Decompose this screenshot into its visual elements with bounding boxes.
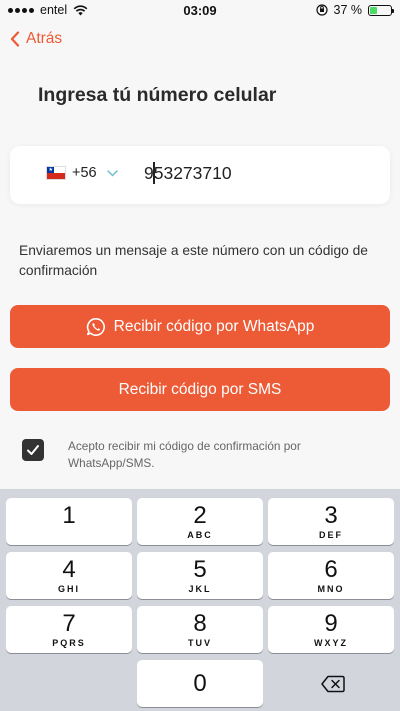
- battery-icon: [368, 4, 394, 16]
- key-number: 4: [62, 556, 76, 583]
- key-number: 7: [62, 610, 76, 637]
- phone-number-input[interactable]: 953273710: [144, 163, 232, 184]
- description-text: Enviaremos un mensaje a este número con …: [19, 243, 368, 278]
- country-code: +56: [72, 165, 97, 181]
- sms-code-button[interactable]: Recibir código por SMS: [10, 368, 390, 411]
- key-9[interactable]: 9 WXYZ: [268, 606, 394, 653]
- key-5[interactable]: 5 JKL: [137, 552, 263, 599]
- consent-checkbox[interactable]: [22, 439, 44, 461]
- key-letters: GHI: [57, 584, 80, 594]
- chevron-left-icon: [10, 31, 20, 47]
- key-number: 1: [62, 502, 76, 529]
- key-letters: WXYZ: [314, 638, 348, 648]
- key-number: 5: [193, 556, 207, 583]
- key-letters: DEF: [319, 530, 343, 540]
- delete-key[interactable]: [270, 660, 396, 707]
- page-title: Ingresa tú número celular: [38, 84, 277, 106]
- chevron-down-icon: [106, 169, 118, 177]
- consent-text: Acepto recibir mi código de confirmación…: [68, 439, 301, 470]
- key-number: 3: [324, 502, 338, 529]
- backspace-icon: [321, 675, 345, 692]
- key-letters: JKL: [188, 584, 212, 594]
- check-icon: [27, 445, 39, 455]
- key-number: 6: [324, 556, 338, 583]
- country-code-selector[interactable]: ★ +56: [46, 165, 118, 181]
- key-letters: TUV: [188, 638, 212, 648]
- key-number: 9: [324, 610, 338, 637]
- key-7[interactable]: 7 PQRS: [6, 606, 132, 653]
- key-number: 0: [193, 670, 207, 697]
- whatsapp-button-label: Recibir código por WhatsApp: [113, 317, 315, 335]
- key-letters: MNO: [317, 584, 345, 594]
- status-bar: entel 03:09 37 %: [0, 0, 400, 22]
- sms-button-label: Recibir código por SMS: [118, 380, 282, 398]
- status-right: 37 %: [315, 3, 394, 17]
- key-8[interactable]: 8 TUV: [137, 606, 263, 653]
- key-number: 8: [193, 610, 207, 637]
- key-6[interactable]: 6 MNO: [268, 552, 394, 599]
- key-3[interactable]: 3 DEF: [268, 498, 394, 545]
- key-4[interactable]: 4 GHI: [6, 552, 132, 599]
- battery-percent: 37 %: [333, 3, 363, 17]
- phone-field-card: ★ +56 953273710: [10, 146, 390, 204]
- key-0[interactable]: 0: [137, 660, 263, 707]
- key-1[interactable]: 1: [6, 498, 132, 545]
- back-button[interactable]: Atrás: [10, 30, 62, 48]
- orientation-lock-icon: [315, 4, 328, 16]
- key-number: 2: [193, 502, 207, 529]
- chile-flag-icon: ★: [46, 166, 66, 180]
- numeric-keypad: 1 2 ABC 3 DEF 4 GHI 5 JKL 6 MNO 7 PQRS 8…: [0, 489, 400, 711]
- key-letters: ABC: [187, 530, 213, 540]
- back-label: Atrás: [26, 30, 63, 47]
- whatsapp-icon: [86, 317, 105, 336]
- text-cursor: [153, 162, 155, 184]
- key-letters: PQRS: [52, 638, 86, 648]
- whatsapp-code-button[interactable]: Recibir código por WhatsApp: [10, 305, 390, 348]
- key-2[interactable]: 2 ABC: [137, 498, 263, 545]
